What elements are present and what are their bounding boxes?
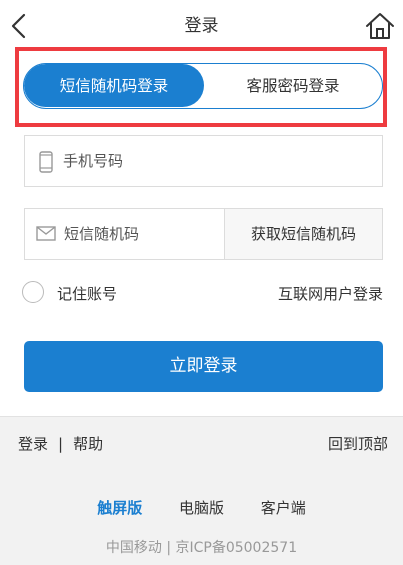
phone-icon bbox=[39, 151, 53, 173]
phone-field bbox=[24, 135, 383, 187]
internet-user-login-link[interactable]: 互联网用户登录 bbox=[278, 283, 383, 304]
sms-code-input[interactable] bbox=[64, 209, 219, 259]
home-icon[interactable] bbox=[365, 11, 395, 41]
footer-links: 登录 | 帮助 bbox=[18, 433, 103, 454]
footer-login-link[interactable]: 登录 bbox=[18, 433, 48, 454]
tab-sms-login[interactable]: 短信随机码登录 bbox=[24, 64, 204, 107]
remember-label: 记住账号 bbox=[57, 285, 118, 303]
icp-notice: 中国移动 | 京ICP备05002571 bbox=[105, 540, 298, 556]
mail-icon bbox=[36, 226, 56, 241]
version-desktop[interactable]: 电脑版 bbox=[179, 497, 224, 518]
footer: 登录 | 帮助 回到顶部 触屏版 电脑版 客户端 中国移动 | 京ICP备05002… bbox=[0, 416, 403, 565]
login-method-tabs: 短信随机码登录 客服密码登录 bbox=[23, 63, 383, 109]
remember-radio[interactable] bbox=[22, 281, 44, 303]
tab-password-login[interactable]: 客服密码登录 bbox=[204, 64, 382, 107]
version-switcher: 触屏版 电脑版 客户端 bbox=[0, 497, 403, 518]
back-to-top-link[interactable]: 回到顶部 bbox=[328, 433, 388, 454]
login-button[interactable]: 立即登录 bbox=[24, 341, 383, 392]
get-sms-code-button[interactable]: 获取短信随机码 bbox=[225, 208, 383, 260]
version-client[interactable]: 客户端 bbox=[261, 497, 306, 518]
footer-separator: | bbox=[58, 435, 64, 453]
phone-input[interactable] bbox=[63, 136, 363, 186]
footer-help-link[interactable]: 帮助 bbox=[73, 433, 103, 454]
sms-code-field bbox=[24, 208, 225, 260]
version-touch[interactable]: 触屏版 bbox=[97, 497, 142, 518]
header-bar: 登录 bbox=[0, 0, 403, 50]
page-title: 登录 bbox=[184, 16, 219, 36]
